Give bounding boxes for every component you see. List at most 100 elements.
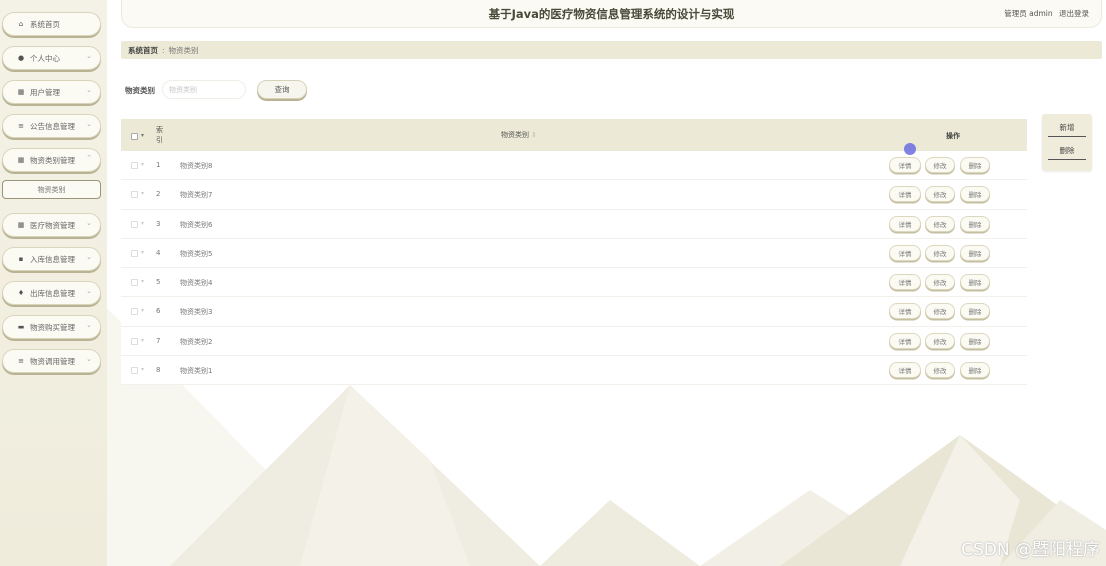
table-row: ▾ 2 物资类别7 详情 修改 删除: [121, 180, 1027, 210]
row-checkbox[interactable]: [131, 220, 138, 228]
sidebar-subitem-category[interactable]: 物资类别: [2, 180, 101, 199]
list-icon: ≡: [18, 357, 24, 365]
sidebar-item-label: 出库信息管理: [30, 288, 75, 298]
delete-button[interactable]: 删除: [960, 332, 990, 349]
row-index: 7: [156, 336, 161, 345]
sidebar-item-label: 物资调用管理: [30, 356, 75, 366]
chevron-down-icon: ⌄: [86, 355, 92, 363]
edit-button[interactable]: 修改: [925, 157, 955, 173]
detail-button[interactable]: 详情: [889, 274, 921, 291]
search-input[interactable]: [162, 80, 246, 99]
sidebar-item-category-management[interactable]: ▦ 物资类别管理 ⌃: [2, 148, 101, 172]
select-all-checkbox[interactable]: [131, 133, 138, 140]
breadcrumb-home[interactable]: 系统首页: [128, 45, 158, 56]
edit-button[interactable]: 修改: [925, 244, 955, 261]
detail-button[interactable]: 详情: [889, 362, 921, 379]
detail-button[interactable]: 详情: [889, 303, 921, 320]
detail-button[interactable]: 详情: [889, 157, 921, 173]
logout-link[interactable]: 退出登录: [1059, 9, 1089, 18]
row-checkbox[interactable]: [131, 337, 138, 345]
header-category[interactable]: 物资类别 ⇕: [501, 130, 537, 140]
chevron-down-icon: ⌄: [86, 52, 92, 60]
sidebar-item-personal-center[interactable]: ● 个人中心 ⌄: [2, 46, 101, 70]
caret-down-icon: ▾: [141, 219, 145, 227]
row-index: 3: [156, 219, 161, 228]
edit-button[interactable]: 修改: [925, 274, 955, 291]
delete-button[interactable]: 删除: [960, 244, 990, 261]
table-row: ▾ 3 物资类别6 详情 修改 删除: [121, 209, 1027, 239]
sidebar-item-inbound[interactable]: ▪ 入库信息管理 ⌄: [2, 247, 101, 271]
row-index: 2: [156, 190, 161, 199]
row-checkbox[interactable]: [131, 249, 138, 257]
user-icon: ●: [17, 54, 25, 62]
table-row: ▾ 5 物资类别4 详情 修改 删除: [121, 268, 1027, 298]
row-checkbox[interactable]: [131, 308, 138, 316]
mouse-cursor: [904, 143, 916, 155]
chevron-up-icon: ⌃: [86, 154, 92, 162]
data-table: ▾ 索 引 物资类别 ⇕ 操作 ▾ 1 物资类别8 详情 修改 删除 ▾ 2 物资…: [121, 119, 1027, 386]
table-row: ▾ 1 物资类别8 详情 修改 删除: [121, 151, 1027, 181]
watermark: CSDN @暨阳程序: [961, 540, 1100, 560]
sidebar-item-label: 公告信息管理: [30, 121, 75, 131]
row-index: 6: [156, 307, 161, 316]
row-category: 物资类别2: [180, 337, 213, 346]
sidebar-item-user-management[interactable]: ▦ 用户管理 ⌄: [2, 80, 101, 104]
detail-button[interactable]: 详情: [889, 332, 921, 349]
row-index: 5: [156, 278, 161, 287]
edit-button[interactable]: 修改: [925, 215, 955, 232]
delete-button[interactable]: 删除: [960, 303, 990, 320]
row-checkbox[interactable]: [131, 367, 138, 375]
sort-icon: ⇕: [531, 131, 537, 139]
chevron-down-icon: ⌄: [86, 219, 92, 227]
chevron-down-icon: ⌄: [86, 253, 92, 261]
caret-down-icon: ▾: [141, 278, 145, 286]
cart-icon: ▬: [17, 323, 25, 331]
batch-delete-button[interactable]: 删除: [1048, 142, 1086, 160]
add-button[interactable]: 新增: [1048, 119, 1086, 137]
table-row: ▾ 7 物资类别2 详情 修改 删除: [121, 326, 1027, 357]
row-category: 物资类别7: [180, 191, 213, 200]
delete-button[interactable]: 删除: [960, 215, 990, 232]
sidebar-item-medical-supplies[interactable]: ▦ 医疗物资管理 ⌄: [2, 213, 101, 237]
delete-button[interactable]: 删除: [960, 274, 990, 291]
edit-button[interactable]: 修改: [925, 186, 955, 203]
table-row: ▾ 6 物资类别3 详情 修改 删除: [121, 297, 1027, 327]
sidebar-subitem-label: 物资类别: [37, 185, 66, 194]
search-label: 物资类别: [125, 86, 155, 95]
detail-button[interactable]: 详情: [889, 215, 921, 232]
row-category: 物资类别8: [180, 162, 213, 170]
caret-down-icon: ▾: [141, 161, 145, 168]
grid-icon: ▦: [17, 156, 25, 164]
edit-button[interactable]: 修改: [925, 362, 955, 379]
header-index-line2: 引: [156, 136, 163, 144]
delete-button[interactable]: 删除: [960, 157, 990, 173]
sidebar-item-label: 用户管理: [30, 87, 60, 97]
detail-button[interactable]: 详情: [889, 186, 921, 203]
delete-button[interactable]: 删除: [960, 362, 990, 379]
delete-button[interactable]: 删除: [960, 186, 990, 203]
sidebar-item-home[interactable]: ⌂ 系统首页: [2, 12, 101, 36]
sidebar-item-outbound[interactable]: ♦ 出库信息管理 ⌄: [2, 281, 101, 305]
sidebar-item-label: 物资类别管理: [30, 155, 75, 165]
table-header: ▾ 索 引 物资类别 ⇕ 操作: [121, 119, 1027, 151]
edit-button[interactable]: 修改: [925, 303, 955, 320]
row-category: 物资类别5: [180, 249, 213, 258]
detail-button[interactable]: 详情: [889, 244, 921, 261]
sidebar-item-notice-management[interactable]: ≡ 公告信息管理 ⌄: [2, 114, 101, 138]
action-panel: 新增 删除: [1042, 114, 1092, 171]
table-row: ▾ 8 物资类别1 详情 修改 删除: [121, 356, 1027, 386]
row-checkbox[interactable]: [131, 162, 138, 169]
breadcrumb-separator: :: [162, 45, 165, 55]
sidebar-item-label: 物资购买管理: [30, 322, 75, 332]
sidebar-item-label: 个人中心: [30, 53, 60, 63]
row-checkbox[interactable]: [131, 191, 138, 199]
row-checkbox[interactable]: [131, 279, 138, 287]
home-icon: ⌂: [18, 20, 24, 28]
chevron-down-icon: ⌄: [86, 120, 92, 128]
caret-down-icon: ▾: [141, 336, 145, 344]
sidebar-item-dispatch[interactable]: ≡ 物资调用管理 ⌄: [2, 349, 101, 373]
chevron-down-icon: ⌄: [86, 287, 92, 295]
search-button[interactable]: 查询: [257, 80, 307, 99]
edit-button[interactable]: 修改: [925, 332, 955, 349]
sidebar-item-purchase[interactable]: ▬ 物资购买管理 ⌄: [2, 315, 101, 339]
